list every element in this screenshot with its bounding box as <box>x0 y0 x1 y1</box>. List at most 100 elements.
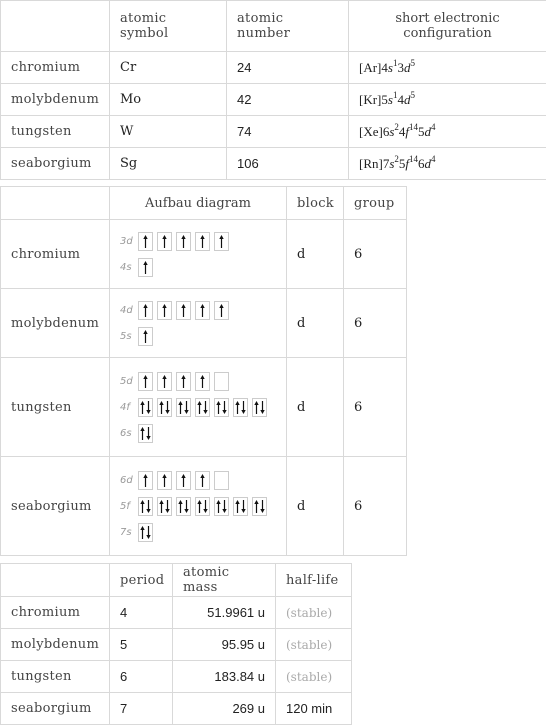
atomic-number: 42 <box>226 83 349 116</box>
orbital-box <box>195 300 210 320</box>
element-name: tungsten <box>0 660 110 693</box>
atomic-mass-value: 269 u <box>172 692 276 725</box>
header-period: period <box>109 563 173 597</box>
element-name: molybdenum <box>0 83 110 116</box>
spin-down-arrow-icon <box>241 499 246 513</box>
table-row: tungsten 6 183.84 u (stable) <box>0 660 352 693</box>
config-exponent: 4 <box>431 121 436 132</box>
spin-up-arrow-icon <box>254 499 259 513</box>
spin-up-arrow-icon <box>162 234 167 248</box>
header-block: block <box>286 186 344 220</box>
spin-up-arrow-icon <box>200 303 205 317</box>
table-row: molybdenum 4d 5s d 6 <box>0 288 407 358</box>
orbital-box <box>138 496 153 516</box>
spin-up-arrow-icon <box>143 260 148 274</box>
block-value: d <box>286 219 344 289</box>
spin-up-arrow-icon <box>140 400 145 414</box>
spin-up-arrow-icon <box>140 525 145 539</box>
spin-up-arrow-icon <box>181 234 186 248</box>
table-row: molybdenum Mo 42 [Kr]5s14d5 <box>0 83 546 116</box>
spin-up-arrow-icon <box>143 303 148 317</box>
orbital-box <box>214 470 229 490</box>
orbital-label: 4s <box>120 261 132 273</box>
orbital-box <box>195 371 210 391</box>
orbital-row: 6d <box>120 469 276 491</box>
period-value: 7 <box>109 692 173 725</box>
orbital-label: 4d <box>120 304 133 316</box>
orbital-box <box>138 522 153 542</box>
half-life-value: (stable) <box>275 628 352 661</box>
spin-down-arrow-icon <box>222 499 227 513</box>
orbital-row: 7s <box>120 521 276 543</box>
spin-down-arrow-icon <box>165 499 170 513</box>
atomic-symbol: Mo <box>109 83 227 116</box>
table-row: tungsten W 74 [Xe]6s24f145d4 <box>0 115 546 148</box>
header-electronic-config: short electronic configuration <box>348 0 546 52</box>
header-empty <box>0 563 110 597</box>
header-empty <box>0 0 110 52</box>
config-text: [Xe]6 <box>359 123 390 139</box>
orbital-box <box>214 496 229 516</box>
orbital-box <box>138 257 153 277</box>
half-life-value: 120 min <box>275 692 352 725</box>
orbital-box <box>138 300 153 320</box>
mass-halflife-table: period atomic mass half-life chromium 4 … <box>0 563 352 725</box>
orbital-box <box>195 397 210 417</box>
config-exponent: 5 <box>410 57 415 68</box>
group-value: 6 <box>343 219 407 289</box>
electron-config: [Xe]6s24f145d4 <box>348 115 546 148</box>
orbital-row: 4s <box>120 256 276 278</box>
orbital-box <box>157 470 172 490</box>
atomic-symbol: Cr <box>109 51 227 84</box>
spin-up-arrow-icon <box>216 499 221 513</box>
orbital-box <box>233 397 248 417</box>
orbital-box <box>195 470 210 490</box>
spin-up-arrow-icon <box>197 499 202 513</box>
config-exponent: 5 <box>410 89 415 100</box>
element-name: molybdenum <box>0 288 110 358</box>
spin-up-arrow-icon <box>181 303 186 317</box>
table-row: tungsten 5d 4f 6s d 6 <box>0 357 407 457</box>
spin-up-arrow-icon <box>162 374 167 388</box>
spin-up-arrow-icon <box>219 303 224 317</box>
element-name: chromium <box>0 219 110 289</box>
orbital-row: 5f <box>120 495 276 517</box>
group-value: 6 <box>343 456 407 556</box>
spin-up-arrow-icon <box>216 400 221 414</box>
orbital-box <box>233 496 248 516</box>
spin-down-arrow-icon <box>146 400 151 414</box>
header-atomic-number: atomic number <box>226 0 349 52</box>
spin-up-arrow-icon <box>162 303 167 317</box>
spin-down-arrow-icon <box>260 499 265 513</box>
table-row: seaborgium Sg 106 [Rn]7s25f146d4 <box>0 147 546 180</box>
atomic-number: 74 <box>226 115 349 148</box>
orbital-box <box>176 470 191 490</box>
electron-config: [Kr]5s14d5 <box>348 83 546 116</box>
spin-down-arrow-icon <box>184 400 189 414</box>
element-name: chromium <box>0 51 110 84</box>
spin-up-arrow-icon <box>178 499 183 513</box>
orbital-box <box>138 397 153 417</box>
element-name: molybdenum <box>0 628 110 661</box>
orbital-box <box>195 496 210 516</box>
aufbau-diagram: 3d 4s <box>109 219 287 289</box>
spin-up-arrow-icon <box>143 234 148 248</box>
atomic-symbol: W <box>109 115 227 148</box>
spin-down-arrow-icon <box>165 400 170 414</box>
orbital-box <box>176 496 191 516</box>
orbital-box <box>138 371 153 391</box>
orbital-label: 5f <box>120 500 130 512</box>
group-value: 6 <box>343 288 407 358</box>
orbital-box <box>214 300 229 320</box>
spin-down-arrow-icon <box>222 400 227 414</box>
header-atomic-mass: atomic mass <box>172 563 276 597</box>
period-value: 4 <box>109 596 173 629</box>
orbital-label: 4f <box>120 401 130 413</box>
orbital-box <box>138 423 153 443</box>
table-row: seaborgium 7 269 u 120 min <box>0 692 352 725</box>
block-value: d <box>286 288 344 358</box>
orbital-box <box>138 231 153 251</box>
element-name: seaborgium <box>0 147 110 180</box>
atomic-number: 106 <box>226 147 349 180</box>
spin-up-arrow-icon <box>143 374 148 388</box>
